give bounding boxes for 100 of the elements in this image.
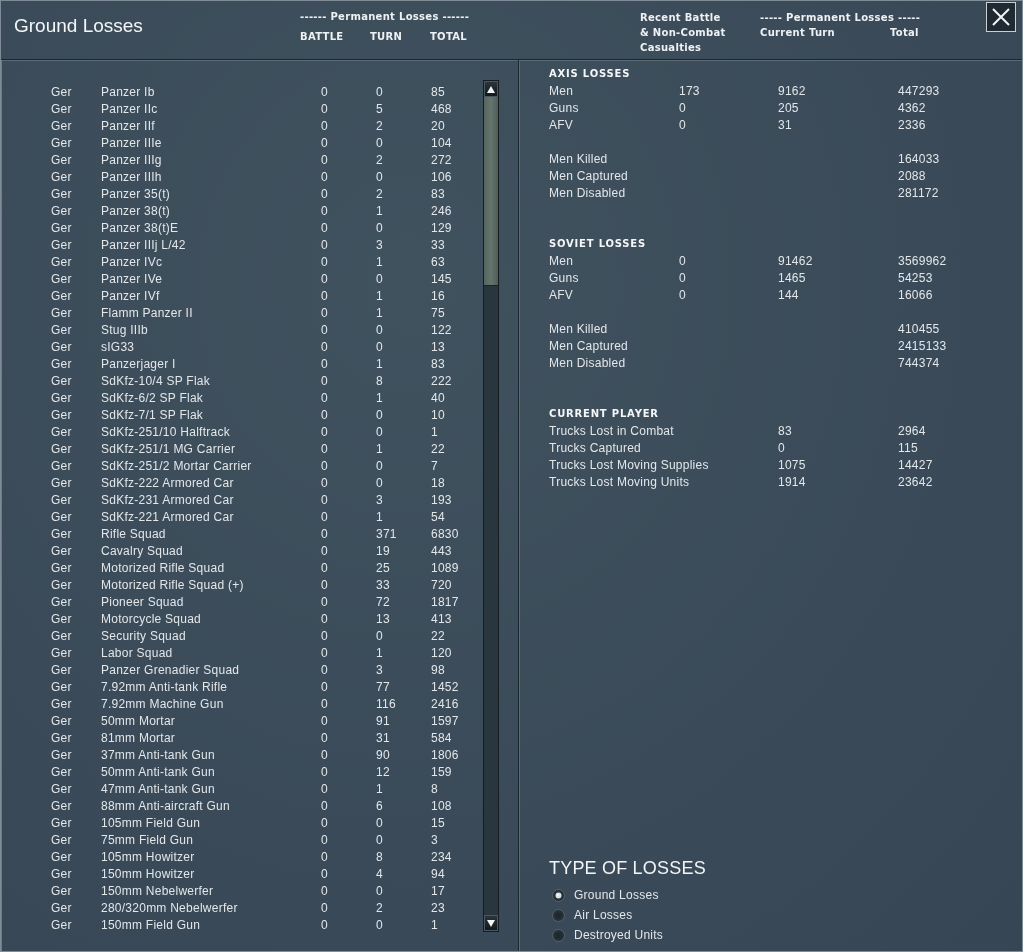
battle-cell: 0 — [321, 135, 328, 152]
battle-cell: 0 — [321, 339, 328, 356]
nation-cell: Ger — [51, 611, 72, 628]
nation-cell: Ger — [51, 373, 72, 390]
turn-cell: 0 — [376, 815, 383, 832]
turn-cell: 1 — [376, 203, 383, 220]
column-heading: TOTAL — [430, 30, 467, 44]
radio-option[interactable]: Ground Losses — [549, 885, 659, 905]
unit-name-cell: 7.92mm Machine Gun — [101, 696, 224, 713]
total-cell: 164033 — [898, 151, 940, 168]
turn-cell: 0 — [376, 271, 383, 288]
total-cell: 120 — [431, 645, 452, 662]
total-cell: 23642 — [898, 474, 933, 491]
down-triangle-icon — [487, 919, 495, 927]
battle-cell: 0 — [321, 271, 328, 288]
total-cell: 1 — [431, 424, 438, 441]
unit-name-cell: Panzer IIf — [101, 118, 155, 135]
battle-cell: 0 — [321, 832, 328, 849]
unit-name-cell: Panzer IVc — [101, 254, 163, 271]
nation-cell: Ger — [51, 339, 72, 356]
battle-cell: 0 — [321, 696, 328, 713]
unit-name-cell: 50mm Anti-tank Gun — [101, 764, 215, 781]
radio-option[interactable]: Air Losses — [549, 905, 633, 925]
nation-cell: Ger — [51, 713, 72, 730]
battle-cell: 0 — [321, 764, 328, 781]
turn-cell: 0 — [376, 424, 383, 441]
unit-name-cell: 50mm Mortar — [101, 713, 176, 730]
turn-cell: 0 — [376, 135, 383, 152]
battle-cell: 0 — [321, 84, 328, 101]
column-heading: BATTLE — [300, 30, 344, 44]
unit-name-cell: Panzer IIc — [101, 101, 158, 118]
total-cell: 1 — [431, 917, 438, 934]
battle-cell: 0 — [321, 526, 328, 543]
total-cell: 281172 — [898, 185, 939, 202]
total-cell: 1806 — [431, 747, 459, 764]
window-title: Ground Losses — [14, 14, 143, 38]
nation-cell: Ger — [51, 696, 72, 713]
nation-cell: Ger — [51, 203, 72, 220]
nation-cell: Ger — [51, 543, 72, 560]
unit-name-cell: Flamm Panzer II — [101, 305, 193, 322]
scroll-up-button[interactable] — [484, 81, 498, 97]
total-cell: 98 — [431, 662, 445, 679]
turn-cell: 0 — [376, 169, 383, 186]
total-cell: 16 — [431, 288, 445, 305]
nation-cell: Ger — [51, 254, 72, 271]
total-cell: 234 — [431, 849, 452, 866]
battle-cell: 0 — [321, 186, 328, 203]
recent-cell: 173 — [679, 83, 700, 100]
row-label: Trucks Lost Moving Supplies — [549, 457, 709, 474]
turn-cell: 0 — [376, 84, 383, 101]
row-label: AFV — [549, 117, 574, 134]
total-cell: 1597 — [431, 713, 459, 730]
total-cell: 122 — [431, 322, 452, 339]
scrollbar[interactable] — [483, 80, 499, 932]
unit-name-cell: 105mm Field Gun — [101, 815, 201, 832]
nation-cell: Ger — [51, 305, 72, 322]
row-label: AFV — [549, 287, 574, 304]
turn-cell: 19 — [376, 543, 390, 560]
unit-name-cell: Panzer IIIj L/42 — [101, 237, 186, 254]
nation-cell: Ger — [51, 883, 72, 900]
nation-cell: Ger — [51, 458, 72, 475]
total-cell: 22 — [431, 628, 445, 645]
radio-option[interactable]: Destroyed Units — [549, 925, 664, 945]
nation-cell: Ger — [51, 798, 72, 815]
recent-cell: 0 — [679, 287, 686, 304]
turn-cell: 0 — [376, 339, 383, 356]
unit-name-cell: 105mm Howitzer — [101, 849, 195, 866]
battle-cell: 0 — [321, 203, 328, 220]
turn-cell: 1 — [376, 356, 383, 373]
unit-name-cell: SdKfz-251/1 MG Carrier — [101, 441, 236, 458]
unit-name-cell: 81mm Mortar — [101, 730, 176, 747]
unit-name-cell: SdKfz-251/10 Halftrack — [101, 424, 230, 441]
nation-cell: Ger — [51, 169, 72, 186]
unit-name-cell: SdKfz-231 Armored Car — [101, 492, 234, 509]
battle-cell: 0 — [321, 645, 328, 662]
nation-cell: Ger — [51, 152, 72, 169]
turn-cell: 6 — [376, 798, 383, 815]
scroll-down-button[interactable] — [484, 915, 498, 931]
turn-cell: 8 — [376, 849, 383, 866]
total-cell: 584 — [431, 730, 452, 747]
total-cell: 7 — [431, 458, 438, 475]
turn-cell: 31 — [376, 730, 390, 747]
nation-cell: Ger — [51, 237, 72, 254]
battle-cell: 0 — [321, 373, 328, 390]
turn-cell: 5 — [376, 101, 383, 118]
turn-cell: 91 — [376, 713, 390, 730]
scrollbar-thumb[interactable] — [484, 97, 498, 286]
total-cell: 2964 — [898, 423, 926, 440]
nation-cell: Ger — [51, 424, 72, 441]
turn-cell: 0 — [376, 407, 383, 424]
turn-cell: 0 — [376, 628, 383, 645]
row-label: Men — [549, 253, 574, 270]
total-cell: 159 — [431, 764, 452, 781]
total-cell: 13 — [431, 339, 445, 356]
unit-name-cell: 7.92mm Anti-tank Rifle — [101, 679, 228, 696]
nation-cell: Ger — [51, 509, 72, 526]
battle-cell: 0 — [321, 424, 328, 441]
close-button[interactable] — [986, 2, 1016, 32]
turn-cell: 25 — [376, 560, 390, 577]
unit-name-cell: Cavalry Squad — [101, 543, 183, 560]
